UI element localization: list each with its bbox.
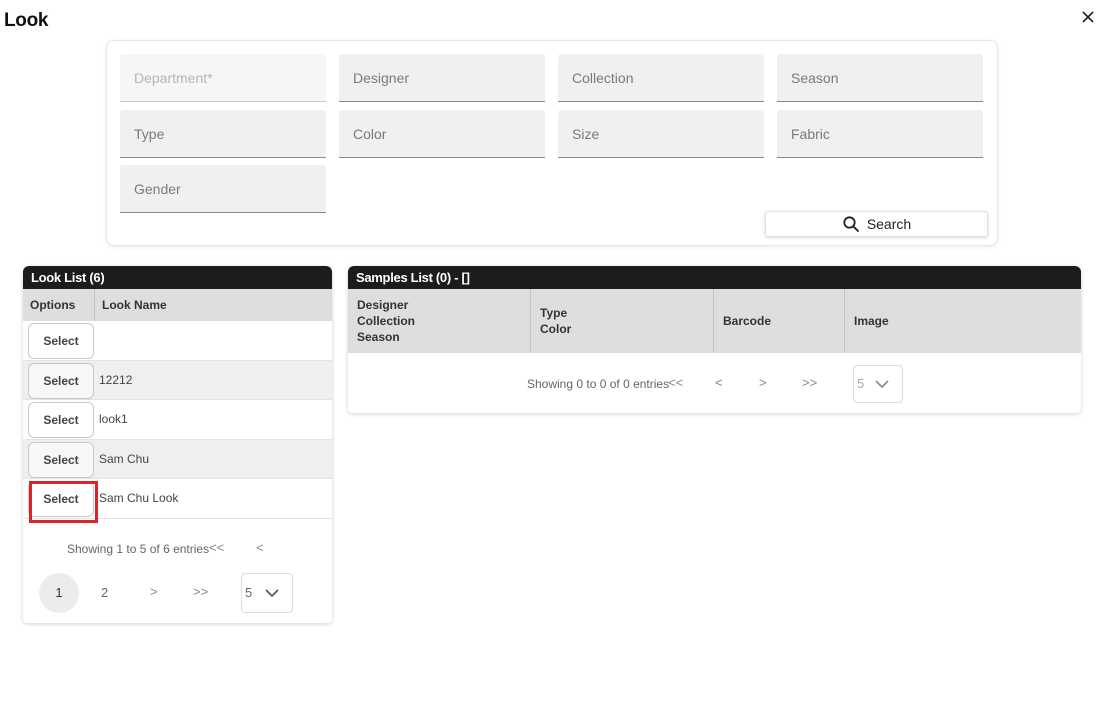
first-page-button[interactable]: <<: [209, 540, 224, 555]
header-line: Image: [854, 314, 889, 328]
look-name: look1: [99, 412, 128, 426]
look-name: Sam Chu: [99, 451, 150, 466]
season-field[interactable]: [777, 54, 983, 102]
search-button-label: Search: [866, 216, 912, 232]
prev-page-button[interactable]: <: [715, 375, 723, 390]
header-line: Barcode: [723, 314, 772, 328]
column-designer-collection-season: Designer Collection Season: [348, 289, 531, 353]
close-icon: [1082, 11, 1094, 23]
search-button[interactable]: Search: [765, 211, 988, 237]
table-row: Select look1: [23, 400, 332, 440]
page-1-button[interactable]: 1: [39, 573, 79, 613]
type-input[interactable]: [120, 110, 326, 157]
designer-field[interactable]: [339, 54, 545, 102]
header-line: Designer: [357, 298, 409, 312]
color-input[interactable]: [339, 110, 545, 157]
column-options: Options: [23, 289, 95, 321]
column-look-name: Look Name: [102, 298, 167, 312]
chevron-down-icon: [265, 589, 279, 598]
table-row: Select 12212: [23, 360, 332, 400]
look-table-header: Options Look Name: [23, 289, 332, 321]
samples-page-size-select[interactable]: 5: [853, 365, 903, 403]
department-field[interactable]: [120, 54, 326, 102]
page-size-value: 5: [245, 585, 253, 600]
prev-page-button[interactable]: <: [256, 540, 264, 555]
select-button[interactable]: Select: [28, 323, 94, 359]
next-page-button[interactable]: >: [150, 584, 158, 599]
samples-list-title: Samples List (0) - []: [348, 266, 1081, 289]
season-input[interactable]: [777, 54, 983, 101]
header-line: Type: [540, 306, 568, 320]
select-button[interactable]: Select: [28, 402, 94, 438]
look-name: Sam Chu Look: [99, 491, 179, 505]
column-image: Image: [845, 289, 1081, 353]
department-input[interactable]: [120, 54, 326, 101]
size-field[interactable]: [558, 110, 764, 158]
fabric-input[interactable]: [777, 110, 983, 157]
type-field[interactable]: [120, 110, 326, 158]
last-page-button[interactable]: >>: [802, 375, 817, 390]
dialog-title: Look: [4, 10, 49, 31]
select-button[interactable]: Select: [28, 441, 94, 478]
column-type-color: Type Color: [531, 289, 714, 353]
designer-input[interactable]: [339, 54, 545, 101]
gender-input[interactable]: [120, 165, 326, 212]
look-name: 12212: [99, 372, 133, 387]
samples-list-card: Samples List (0) - [] Designer Collectio…: [348, 266, 1081, 413]
page-size-value: 5: [857, 376, 865, 391]
size-input[interactable]: [558, 110, 764, 157]
samples-table-header: Designer Collection Season Type Color Ba…: [348, 289, 1081, 353]
look-page-size-select[interactable]: 5: [241, 573, 293, 613]
select-button[interactable]: Select: [28, 362, 94, 399]
search-icon: [843, 216, 859, 232]
next-page-button[interactable]: >: [759, 375, 767, 390]
last-page-button[interactable]: >>: [193, 584, 208, 599]
header-line: Color: [540, 322, 572, 336]
look-list-card: Look List (6) Options Look Name Select S…: [23, 266, 332, 623]
fabric-field[interactable]: [777, 110, 983, 158]
color-field[interactable]: [339, 110, 545, 158]
collection-field[interactable]: [558, 54, 764, 102]
page-2-button[interactable]: 2: [101, 585, 108, 600]
gender-field[interactable]: [120, 165, 326, 213]
table-row: Select Sam Chu Look: [23, 479, 332, 519]
chevron-down-icon: [875, 380, 889, 389]
look-pagination-info: Showing 1 to 5 of 6 entries: [67, 542, 210, 556]
collection-input[interactable]: [558, 54, 764, 101]
close-button[interactable]: [1078, 7, 1098, 27]
header-line: Season: [357, 330, 400, 344]
table-row: Select: [23, 321, 332, 361]
first-page-button[interactable]: <<: [668, 375, 683, 390]
samples-pagination-info: Showing 0 to 0 of 0 entries: [527, 377, 670, 391]
column-barcode: Barcode: [714, 289, 845, 353]
table-row: Select Sam Chu: [23, 439, 332, 479]
header-line: Collection: [357, 314, 416, 328]
look-list-title: Look List (6): [23, 266, 332, 289]
select-button[interactable]: Select: [28, 481, 94, 517]
